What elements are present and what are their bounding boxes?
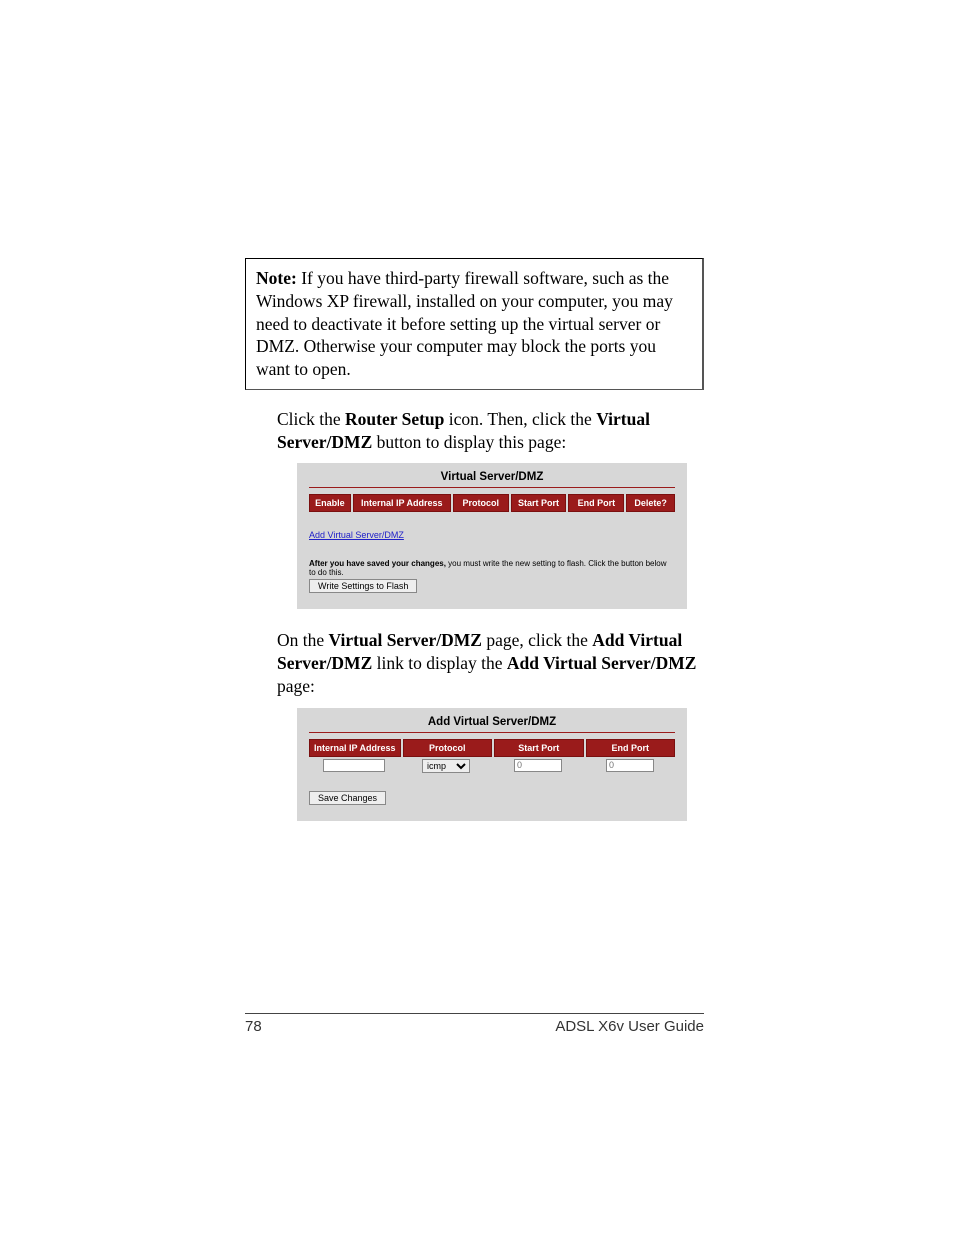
instruction-paragraph-1: Click the Router Setup icon. Then, click… bbox=[277, 408, 704, 454]
write-settings-button[interactable]: Write Settings to Flash bbox=[309, 579, 417, 593]
text: button to display this page: bbox=[372, 432, 566, 452]
text: Click the bbox=[277, 409, 345, 429]
th-end-port: End Port bbox=[568, 494, 624, 512]
panel-divider bbox=[309, 487, 675, 488]
th-protocol: Protocol bbox=[403, 739, 492, 757]
panel-divider bbox=[309, 732, 675, 733]
page-number: 78 bbox=[245, 1018, 262, 1035]
bold: Add Virtual Server/DMZ bbox=[507, 653, 697, 673]
hint-bold: After you have saved your changes, bbox=[309, 559, 446, 568]
bold: Virtual Server/DMZ bbox=[329, 630, 482, 650]
text: link to display the bbox=[372, 653, 507, 673]
note-box: Note: If you have third-party firewall s… bbox=[245, 258, 704, 390]
panel-title: Add Virtual Server/DMZ bbox=[297, 714, 687, 732]
th-internal-ip: Internal IP Address bbox=[353, 494, 451, 512]
th-start-port: Start Port bbox=[511, 494, 567, 512]
text: page: bbox=[277, 676, 315, 696]
virtual-server-panel: Virtual Server/DMZ Enable Internal IP Ad… bbox=[297, 463, 687, 609]
th-delete: Delete? bbox=[626, 494, 675, 512]
add-virtual-server-panel: Add Virtual Server/DMZ Internal IP Addre… bbox=[297, 708, 687, 821]
page: Note: If you have third-party firewall s… bbox=[0, 0, 954, 1235]
add-virtual-server-link[interactable]: Add Virtual Server/DMZ bbox=[309, 530, 404, 540]
flash-hint: After you have saved your changes, you m… bbox=[309, 559, 675, 593]
add-link-line: Add Virtual Server/DMZ bbox=[309, 530, 687, 541]
th-start-port: Start Port bbox=[494, 739, 583, 757]
page-footer: 78 ADSL X6v User Guide bbox=[245, 1013, 704, 1035]
th-end-port: End Port bbox=[586, 739, 675, 757]
table-header-row: Internal IP Address Protocol Start Port … bbox=[309, 739, 675, 757]
table-header-row: Enable Internal IP Address Protocol Star… bbox=[309, 494, 675, 512]
footer-title: ADSL X6v User Guide bbox=[555, 1018, 704, 1035]
bold-router-setup: Router Setup bbox=[345, 409, 444, 429]
protocol-select[interactable]: icmp bbox=[422, 759, 470, 773]
save-changes-button[interactable]: Save Changes bbox=[309, 791, 386, 805]
th-internal-ip: Internal IP Address bbox=[309, 739, 401, 757]
text: page, click the bbox=[482, 630, 592, 650]
note-text: If you have third-party firewall softwar… bbox=[256, 268, 673, 379]
internal-ip-input[interactable] bbox=[323, 759, 385, 772]
th-protocol: Protocol bbox=[453, 494, 509, 512]
instruction-paragraph-2: On the Virtual Server/DMZ page, click th… bbox=[277, 629, 704, 697]
text: icon. Then, click the bbox=[444, 409, 596, 429]
text: On the bbox=[277, 630, 329, 650]
panel-title: Virtual Server/DMZ bbox=[297, 469, 687, 487]
th-enable: Enable bbox=[309, 494, 351, 512]
note-label: Note: bbox=[256, 268, 297, 288]
input-row: icmp bbox=[309, 759, 675, 773]
empty-table-body bbox=[309, 512, 675, 524]
end-port-input[interactable] bbox=[606, 759, 654, 772]
start-port-input[interactable] bbox=[514, 759, 562, 772]
